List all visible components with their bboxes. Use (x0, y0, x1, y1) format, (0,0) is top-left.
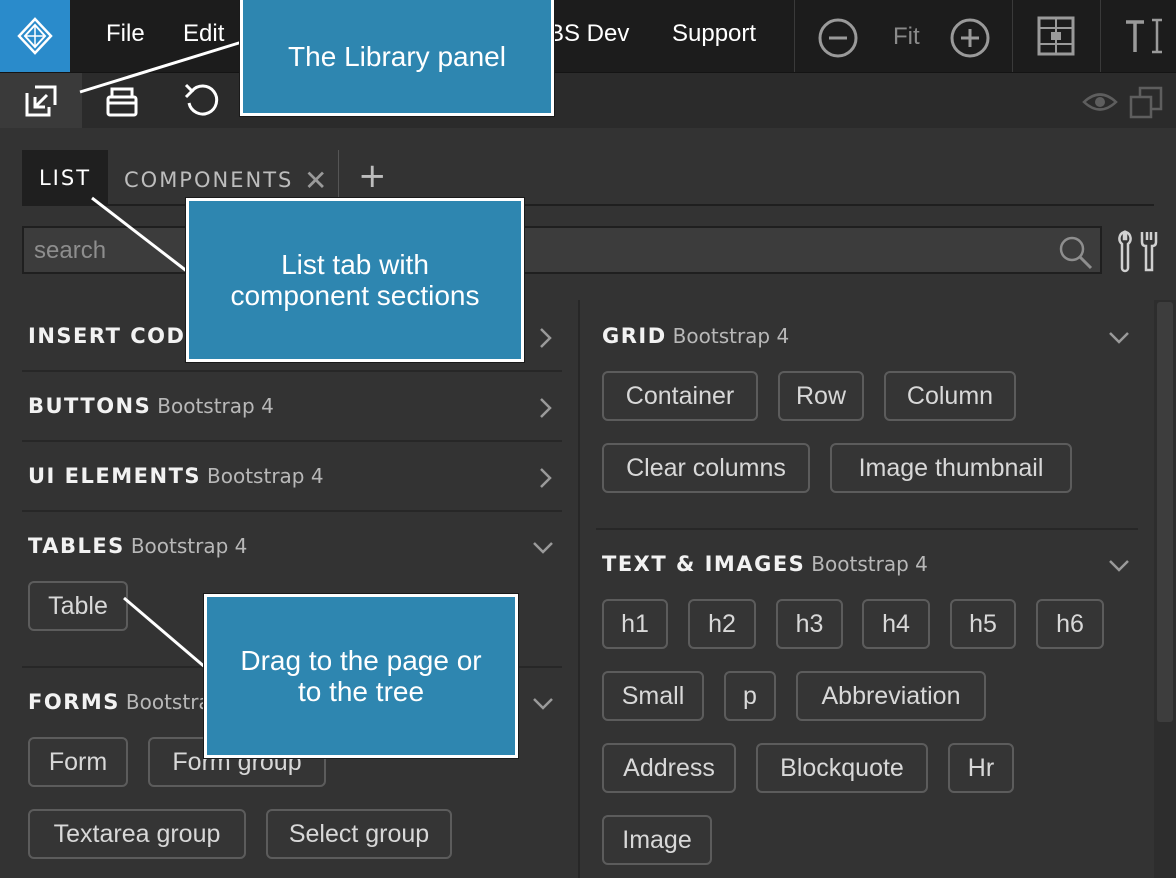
section-subtitle: Bootstrap 4 (811, 552, 928, 576)
menu-bar: File Edit BS Dev Support Fit (0, 0, 1176, 72)
component-h1[interactable]: h1 (602, 599, 668, 649)
section-divider (22, 510, 562, 512)
library-panel-icon[interactable] (0, 73, 82, 129)
section-title: BUTTONS (28, 394, 152, 418)
menu-separator (1100, 0, 1101, 72)
detach-window-icon[interactable] (1128, 85, 1164, 119)
text-tool-icon[interactable] (1122, 14, 1166, 58)
component-small[interactable]: Small (602, 671, 704, 721)
menu-edit[interactable]: Edit (183, 20, 224, 48)
section-subtitle: Bootstrap 4 (157, 394, 274, 418)
menu-support[interactable]: Support (672, 20, 756, 48)
component-address[interactable]: Address (602, 743, 736, 793)
chevron-right-icon[interactable] (534, 397, 556, 419)
section-title: FORMS (28, 690, 120, 714)
section-insert-code[interactable]: INSERT CODE (28, 324, 207, 354)
component-blockquote[interactable]: Blockquote (756, 743, 928, 793)
search-input[interactable] (34, 236, 1034, 266)
menu-separator (794, 0, 795, 72)
chevron-down-icon[interactable] (532, 692, 554, 714)
chevron-right-icon[interactable] (534, 467, 556, 489)
zoom-out-icon[interactable] (816, 16, 860, 60)
app-logo-icon[interactable] (0, 0, 70, 72)
section-tables[interactable]: TABLES Bootstrap 4 (28, 534, 247, 564)
component-table[interactable]: Table (28, 581, 128, 631)
component-image[interactable]: Image (602, 815, 712, 865)
component-select-group[interactable]: Select group (266, 809, 452, 859)
component-row[interactable]: Row (778, 371, 864, 421)
component-hr[interactable]: Hr (948, 743, 1014, 793)
section-title: INSERT CODE (28, 324, 202, 348)
toolbar (0, 72, 1176, 129)
component-h3[interactable]: h3 (776, 599, 843, 649)
panel-scrollbar[interactable] (1154, 300, 1176, 878)
chevron-down-icon[interactable] (532, 536, 554, 558)
section-subtitle: Bootstrap 4 (130, 534, 248, 558)
section-text-images[interactable]: TEXT & IMAGES Bootstrap 4 (602, 552, 928, 582)
component-textarea-group[interactable]: Textarea group (28, 809, 246, 859)
refresh-icon[interactable] (180, 81, 224, 121)
component-h5[interactable]: h5 (950, 599, 1016, 649)
search-icon[interactable] (1058, 235, 1094, 271)
component-abbreviation[interactable]: Abbreviation (796, 671, 986, 721)
section-ui-elements[interactable]: UI ELEMENTS Bootstrap 4 (28, 464, 324, 494)
component-image-thumbnail[interactable]: Image thumbnail (830, 443, 1072, 493)
chevron-down-icon[interactable] (1108, 326, 1130, 348)
search-box (22, 226, 1102, 274)
layout-mode-icon[interactable] (1034, 14, 1078, 58)
callout-text-line1: Drag to the page or (240, 645, 482, 676)
component-container[interactable]: Container (602, 371, 758, 421)
component-column[interactable]: Column (884, 371, 1016, 421)
zoom-in-icon[interactable] (948, 16, 992, 60)
section-title: TEXT & IMAGES (602, 552, 806, 576)
component-h6[interactable]: h6 (1036, 599, 1104, 649)
section-title: UI ELEMENTS (28, 464, 202, 488)
menu-file[interactable]: File (106, 20, 145, 48)
section-divider (22, 370, 562, 372)
callout-drag: Drag to the page or to the tree (204, 594, 518, 758)
section-title: TABLES (28, 534, 125, 558)
section-subtitle: Bootstrap 4 (672, 324, 790, 348)
callout-text-line1: List tab with (281, 249, 429, 280)
section-grid[interactable]: GRID Bootstrap 4 (602, 324, 789, 354)
chevron-right-icon[interactable] (534, 327, 556, 349)
callout-text-line2: component sections (230, 280, 480, 311)
callout-list-tab: List tab with component sections (186, 198, 524, 362)
callout-library-panel: The Library panel (240, 0, 554, 116)
print-icon[interactable] (100, 81, 144, 121)
add-tab-icon[interactable]: + (358, 156, 387, 196)
component-clear-columns[interactable]: Clear columns (602, 443, 810, 493)
section-buttons[interactable]: BUTTONS Bootstrap 4 (28, 394, 274, 424)
column-divider (578, 300, 580, 878)
component-p[interactable]: p (724, 671, 776, 721)
scrollbar-thumb[interactable] (1157, 302, 1173, 722)
callout-text: The Library panel (288, 41, 506, 72)
component-form[interactable]: Form (28, 737, 128, 787)
section-divider (22, 440, 562, 442)
chevron-down-icon[interactable] (1108, 554, 1130, 576)
callout-text-line2: to the tree (297, 676, 425, 707)
section-title: GRID (602, 324, 667, 348)
zoom-fit-button[interactable]: Fit (893, 23, 920, 51)
menu-bs-dev[interactable]: BS Dev (548, 20, 629, 48)
tab-components[interactable]: COMPONENTS (124, 168, 293, 192)
library-panel: LIST COMPONENTS ✕ + INSERT CODE BUTTONSB… (0, 128, 1176, 878)
section-subtitle: Bootstrap 4 (207, 464, 324, 488)
tools-icon[interactable] (1114, 228, 1160, 274)
close-tab-icon[interactable]: ✕ (304, 164, 327, 197)
menu-separator (1012, 0, 1013, 72)
component-h2[interactable]: h2 (688, 599, 756, 649)
section-divider (596, 528, 1138, 530)
component-h4[interactable]: h4 (862, 599, 930, 649)
tab-list[interactable]: LIST (22, 150, 108, 206)
eye-icon[interactable] (1082, 87, 1118, 117)
